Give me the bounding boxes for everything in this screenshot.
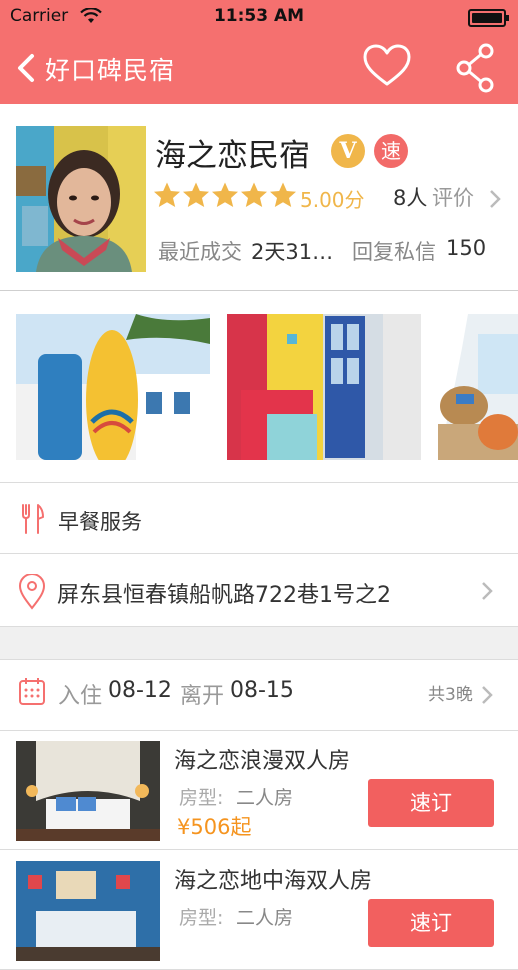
address-row[interactable]: 屏东县恒春镇船帆路722巷1号之2 bbox=[0, 554, 518, 627]
fork-knife-icon bbox=[22, 504, 44, 534]
gallery-photo[interactable] bbox=[227, 314, 421, 460]
room-list-item[interactable]: 海之恋浪漫双人房 房型: 二人房 ¥506起 速订 bbox=[0, 731, 518, 850]
nights-count: 共3晚 bbox=[428, 685, 473, 705]
room-type-value: 二人房 bbox=[236, 787, 294, 809]
recent-deal-value: 2天31… bbox=[251, 240, 334, 264]
reply-value: 150 bbox=[446, 236, 487, 260]
breakfast-label: 早餐服务 bbox=[58, 510, 142, 534]
book-button[interactable]: 速订 bbox=[368, 779, 494, 827]
gallery-photo[interactable] bbox=[438, 314, 518, 460]
room-type-value: 二人房 bbox=[236, 907, 294, 929]
room-type-label: 房型: bbox=[179, 907, 224, 929]
star-icon bbox=[241, 182, 267, 207]
checkout-date[interactable]: 08-15 bbox=[230, 678, 294, 703]
clock: 11:53 AM bbox=[213, 6, 305, 26]
rating-score: 5.00分 bbox=[300, 188, 365, 212]
review-count[interactable]: 8人 bbox=[393, 182, 427, 212]
verified-badge: V bbox=[331, 134, 365, 168]
checkout-label: 离开 bbox=[180, 684, 225, 709]
room-type-label: 房型: bbox=[179, 787, 224, 809]
room-list-item[interactable]: 海之恋地中海双人房 房型: 二人房 速订 bbox=[0, 851, 518, 970]
back-chevron-icon[interactable] bbox=[8, 48, 48, 88]
star-rating bbox=[153, 181, 298, 211]
room-name[interactable]: 海之恋地中海双人房 bbox=[174, 863, 372, 895]
heart-icon[interactable] bbox=[362, 42, 412, 92]
room-photo[interactable] bbox=[16, 861, 160, 961]
section-gap bbox=[0, 627, 518, 660]
share-icon[interactable] bbox=[452, 42, 500, 94]
star-icon bbox=[270, 182, 296, 207]
photo-gallery[interactable] bbox=[0, 292, 518, 483]
checkin-label: 入住 bbox=[58, 684, 103, 709]
room-name[interactable]: 海之恋浪漫双人房 bbox=[174, 743, 350, 775]
back-button-label[interactable]: 好口碑民宿 bbox=[45, 51, 175, 87]
star-icon bbox=[212, 182, 238, 207]
chevron-right-icon[interactable] bbox=[480, 580, 494, 602]
breakfast-row: 早餐服务 bbox=[0, 483, 518, 554]
star-icon bbox=[154, 182, 180, 207]
date-selector-row[interactable]: 入住 08-12 离开 08-15 共3晚 bbox=[0, 660, 518, 731]
review-link-label[interactable]: 评价 bbox=[432, 182, 474, 212]
recent-deal-label: 最近成交 bbox=[158, 240, 242, 264]
listing-name: 海之恋民宿 bbox=[155, 138, 310, 174]
fast-booking-badge: 速 bbox=[374, 134, 408, 168]
calendar-icon bbox=[19, 678, 45, 705]
address-text[interactable]: 屏东县恒春镇船帆路722巷1号之2 bbox=[57, 577, 391, 609]
room-photo[interactable] bbox=[16, 741, 160, 841]
chevron-right-icon[interactable] bbox=[480, 684, 494, 706]
room-price: ¥506起 bbox=[177, 815, 252, 839]
chevron-right-icon[interactable] bbox=[488, 188, 502, 210]
checkin-date[interactable]: 08-12 bbox=[108, 678, 172, 703]
book-button[interactable]: 速订 bbox=[368, 899, 494, 947]
battery-icon bbox=[468, 9, 509, 27]
listing-header: 海之恋民宿 V 速 5.00分 8人 评价 最近成交 2天31… 回复私信 15… bbox=[0, 104, 518, 291]
location-pin-icon bbox=[18, 574, 46, 610]
host-avatar[interactable] bbox=[16, 126, 146, 272]
navigation-bar: 好口碑民宿 bbox=[0, 34, 518, 104]
star-icon bbox=[183, 182, 209, 207]
reply-label: 回复私信 bbox=[352, 240, 436, 264]
status-bar: Carrier 11:53 AM bbox=[0, 0, 518, 34]
gallery-photo[interactable] bbox=[16, 314, 210, 460]
